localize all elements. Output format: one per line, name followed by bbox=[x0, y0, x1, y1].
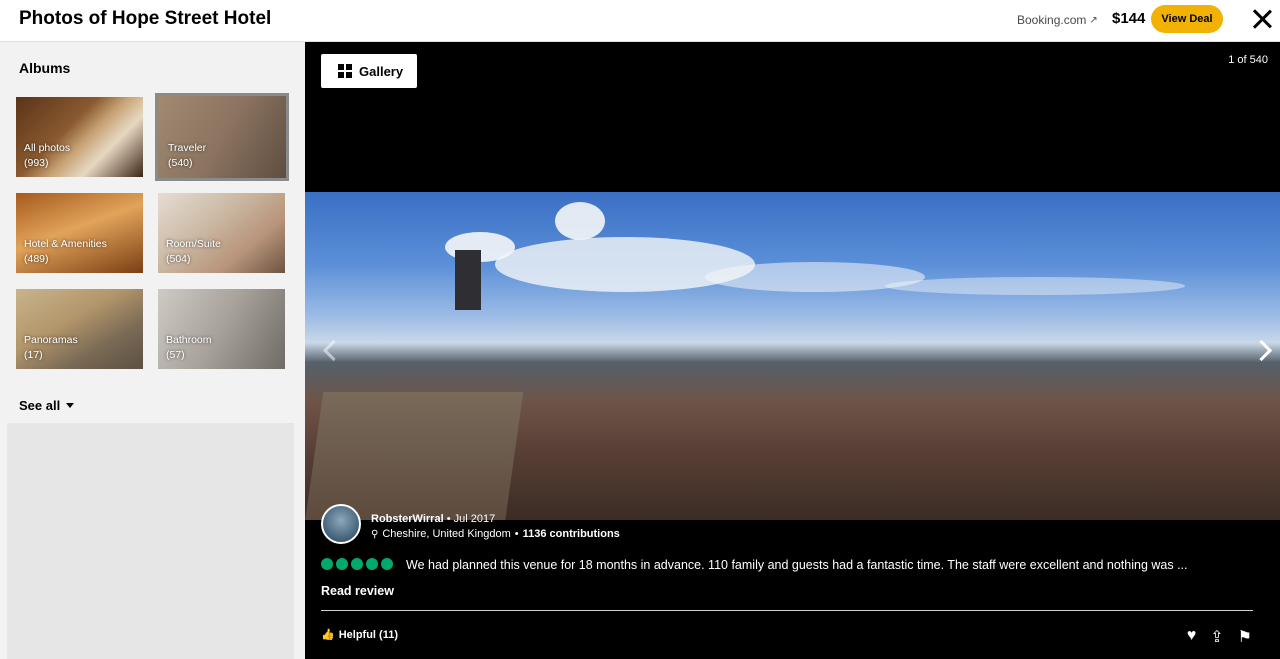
album-label: Panoramas (17) bbox=[24, 333, 78, 363]
grid-icon bbox=[338, 64, 352, 78]
album-count: (57) bbox=[166, 349, 185, 361]
album-label: All photos (993) bbox=[24, 141, 70, 171]
album-name: All photos bbox=[24, 142, 71, 154]
album-name: Room/Suite bbox=[166, 238, 221, 250]
review-date: Jul 2017 bbox=[453, 513, 496, 525]
album-label: Room/Suite (504) bbox=[166, 237, 221, 267]
cathedral-tower bbox=[455, 250, 481, 310]
provider-name: Booking.com bbox=[1017, 13, 1087, 27]
header: Photos of Hope Street Hotel Booking.com … bbox=[0, 0, 1280, 42]
album-name: Bathroom bbox=[166, 334, 212, 346]
album-count: (489) bbox=[24, 253, 49, 265]
helpful-button[interactable]: 👍 Helpful (11) bbox=[321, 628, 398, 642]
thumbs-up-icon: 👍 bbox=[321, 629, 335, 641]
flag-icon[interactable]: ⚑ bbox=[1238, 627, 1252, 647]
page-title: Photos of Hope Street Hotel bbox=[19, 8, 272, 29]
see-all-button[interactable]: See all bbox=[19, 398, 75, 413]
album-count: (504) bbox=[166, 253, 191, 265]
album-name: Hotel & Amenities bbox=[24, 238, 107, 250]
contributions-count: 1136 contributions bbox=[522, 528, 620, 540]
photo-viewer: Gallery 1 of 540 RobsterWirral • Jul 201… bbox=[305, 42, 1280, 659]
location-pin-icon: ⚲ bbox=[371, 528, 379, 540]
album-all-photos[interactable]: All photos (993) bbox=[16, 97, 143, 177]
album-count: (993) bbox=[24, 157, 49, 169]
album-traveler[interactable]: Traveler (540) bbox=[155, 93, 289, 181]
main-photo bbox=[305, 192, 1280, 520]
albums-title: Albums bbox=[19, 60, 71, 76]
album-name: Traveler bbox=[168, 142, 207, 154]
album-hotel-amenities[interactable]: Hotel & Amenities (489) bbox=[16, 193, 143, 273]
review-text: We had planned this venue for 18 months … bbox=[406, 558, 1188, 572]
album-count: (17) bbox=[24, 349, 43, 361]
album-room-suite[interactable]: Room/Suite (504) bbox=[158, 193, 285, 273]
album-bathroom[interactable]: Bathroom (57) bbox=[158, 289, 285, 369]
rating-bubbles bbox=[321, 558, 393, 570]
reviewer-location: Cheshire, United Kingdom bbox=[382, 528, 511, 540]
album-panoramas[interactable]: Panoramas (17) bbox=[16, 289, 143, 369]
reviewer-details: ⚲ Cheshire, United Kingdom • 1136 contri… bbox=[371, 528, 620, 540]
view-deal-button[interactable]: View Deal bbox=[1151, 5, 1223, 33]
avatar[interactable] bbox=[321, 504, 361, 544]
album-label: Hotel & Amenities (489) bbox=[24, 237, 107, 267]
chevron-left-icon[interactable] bbox=[319, 340, 339, 360]
provider-link[interactable]: Booking.com ↗ bbox=[1017, 13, 1098, 27]
rating-bubble-icon bbox=[381, 558, 393, 570]
separator: • bbox=[446, 513, 454, 525]
album-label: Traveler (540) bbox=[168, 141, 206, 171]
albums-sidebar: Albums All photos (993) Traveler (540) H… bbox=[0, 42, 305, 659]
ad-placeholder bbox=[7, 423, 294, 659]
see-all-label: See all bbox=[19, 398, 61, 413]
separator: • bbox=[514, 528, 519, 540]
reviewer-name[interactable]: RobsterWirral bbox=[371, 513, 444, 525]
divider bbox=[321, 610, 1253, 611]
album-label: Bathroom (57) bbox=[166, 333, 212, 363]
chevron-down-icon bbox=[66, 403, 75, 408]
close-icon[interactable] bbox=[1251, 8, 1273, 30]
album-name: Panoramas bbox=[24, 334, 78, 346]
rating-bubble-icon bbox=[351, 558, 363, 570]
photo-counter: 1 of 540 bbox=[1228, 54, 1268, 66]
helpful-label: Helpful (11) bbox=[338, 628, 398, 641]
album-count: (540) bbox=[168, 157, 193, 169]
external-link-icon: ↗ bbox=[1089, 14, 1098, 26]
gallery-button[interactable]: Gallery bbox=[321, 54, 417, 88]
reviewer-line: RobsterWirral • Jul 2017 bbox=[371, 513, 495, 525]
share-icon[interactable]: ⇪ bbox=[1210, 627, 1223, 647]
action-icons: ♥ ⇪ ⚑ bbox=[1187, 627, 1252, 647]
rating-bubble-icon bbox=[366, 558, 378, 570]
heart-icon[interactable]: ♥ bbox=[1187, 627, 1197, 647]
price: $144 bbox=[1112, 10, 1146, 27]
read-review-link[interactable]: Read review bbox=[321, 584, 394, 598]
rating-bubble-icon bbox=[336, 558, 348, 570]
rooftop-deck bbox=[305, 392, 524, 520]
gallery-label: Gallery bbox=[359, 63, 404, 79]
chevron-right-icon[interactable] bbox=[1250, 340, 1270, 360]
rating-bubble-icon bbox=[321, 558, 333, 570]
